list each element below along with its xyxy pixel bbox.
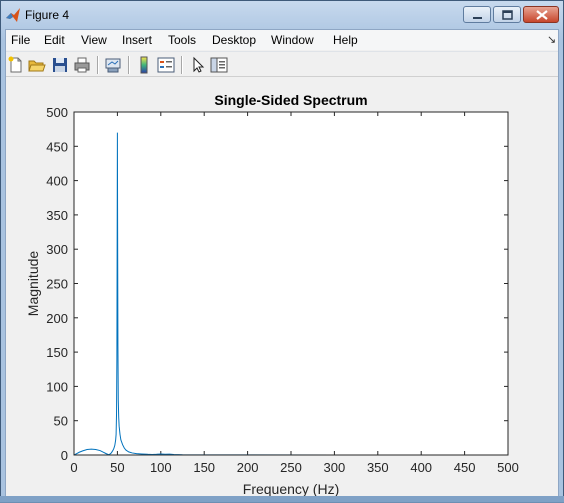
x-tick-label: 250 [280, 460, 302, 475]
x-tick-label: 400 [410, 460, 432, 475]
spectrum-plot[interactable]: 0 50 100 150 200 250 300 350 400 450 500 0 50 100 150 2… [1, 1, 564, 503]
y-tick-label: 500 [46, 105, 68, 120]
figure-window: Figure 4 File Edit View Insert Tools Des… [0, 0, 564, 502]
x-tick-label: 450 [454, 460, 476, 475]
x-tick-label: 150 [193, 460, 215, 475]
y-tick-label: 450 [46, 139, 68, 154]
x-tick-label: 300 [324, 460, 346, 475]
y-tick-label: 100 [46, 379, 68, 394]
x-tick-label: 200 [237, 460, 259, 475]
y-axis-label: Magnitude [25, 251, 41, 317]
x-tick-label: 100 [150, 460, 172, 475]
y-tick-label: 250 [46, 277, 68, 292]
x-tick-label: 0 [70, 460, 77, 475]
x-tick-label: 500 [497, 460, 519, 475]
y-tick-label: 300 [46, 242, 68, 257]
x-tick-label: 350 [367, 460, 389, 475]
chart-title: Single-Sided Spectrum [214, 92, 367, 108]
axes-background[interactable] [74, 112, 508, 455]
x-tick-label: 50 [110, 460, 124, 475]
x-axis-label: Frequency (Hz) [243, 481, 339, 497]
y-tick-label: 50 [54, 414, 68, 429]
window-bottom-edge [0, 496, 564, 502]
y-tick-label: 200 [46, 311, 68, 326]
y-tick-label: 150 [46, 345, 68, 360]
y-tick-label: 350 [46, 208, 68, 223]
y-tick-label: 400 [46, 174, 68, 189]
y-tick-label: 0 [61, 448, 68, 463]
